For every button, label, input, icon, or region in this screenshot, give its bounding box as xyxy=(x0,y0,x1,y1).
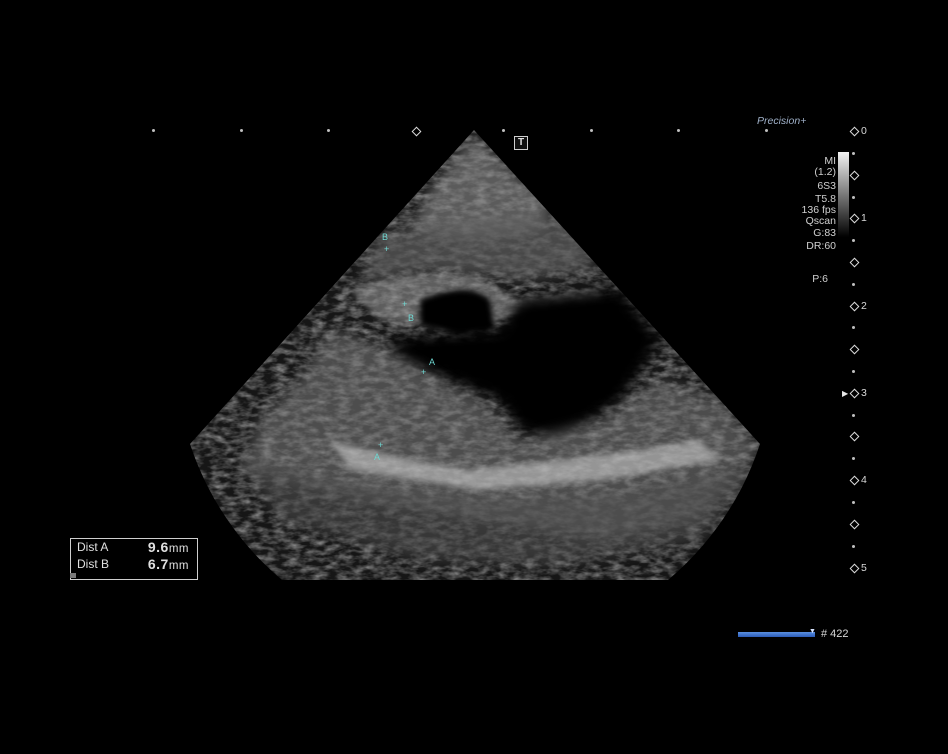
caliper-a-end[interactable]: + xyxy=(378,440,383,450)
depth-label: 1 xyxy=(861,212,867,224)
cine-progress-bar[interactable] xyxy=(738,632,815,637)
lateral-tick xyxy=(152,129,155,132)
depth-tick xyxy=(852,457,855,460)
depth-tick xyxy=(852,370,855,373)
lateral-tick xyxy=(765,129,768,132)
measurement-results[interactable]: Dist A 9.6mm Dist B 6.7mm xyxy=(70,538,198,580)
param-preset: P:6 xyxy=(812,273,828,285)
lateral-tick xyxy=(240,129,243,132)
caliper-b-label: B xyxy=(382,232,389,242)
cine-marker-icon[interactable]: ▼ xyxy=(809,628,816,635)
frame-number: # 422 xyxy=(821,628,849,640)
lateral-tick xyxy=(590,129,593,132)
brand-logo: Precision+ xyxy=(757,115,807,127)
depth-label: 0 xyxy=(861,125,867,137)
acquisition-params: MI (1.2) 6S3 T5.8 136 fps Qscan G:83 DR:… xyxy=(802,156,836,285)
measurement-label: Dist A xyxy=(77,540,109,554)
depth-label: 3 xyxy=(861,387,867,399)
top-marker-icon: T xyxy=(514,136,528,150)
ultrasound-sector-image xyxy=(190,130,760,580)
lateral-tick xyxy=(327,129,330,132)
caliper-b-label-2: B xyxy=(408,313,415,323)
param-probe: 6S3 xyxy=(817,180,836,192)
caliper-a-label: A xyxy=(429,357,436,367)
measurement-row: Dist A 9.6mm xyxy=(77,539,193,556)
param-mi-value: (1.2) xyxy=(814,166,836,178)
caliper-a-label-2: A xyxy=(374,452,381,462)
grayscale-bar xyxy=(838,152,849,237)
depth-tick xyxy=(852,196,855,199)
focus-marker-icon: ▶ xyxy=(842,389,849,398)
measurement-row: Dist B 6.7mm xyxy=(77,556,193,573)
param-gain: G:83 xyxy=(813,227,836,239)
measurement-value: 6.7 xyxy=(147,556,169,572)
param-mode: Qscan xyxy=(805,215,836,227)
lateral-tick xyxy=(677,129,680,132)
depth-tick xyxy=(852,501,855,504)
measurement-label: Dist B xyxy=(77,557,110,571)
depth-label: 5 xyxy=(861,562,867,574)
depth-label: 4 xyxy=(861,474,867,486)
caliper-b-end[interactable]: + xyxy=(402,299,407,309)
measurement-value: 9.6 xyxy=(147,539,169,555)
measurement-unit: mm xyxy=(168,560,189,572)
depth-tick xyxy=(852,414,855,417)
depth-label: 2 xyxy=(861,300,867,312)
param-dynamic-range: DR:60 xyxy=(806,240,836,252)
depth-tick xyxy=(852,239,855,242)
depth-tick xyxy=(852,283,855,286)
caliper-b-start[interactable]: + xyxy=(384,244,389,254)
depth-tick xyxy=(852,545,855,548)
depth-tick xyxy=(852,152,855,155)
caliper-a-start[interactable]: + xyxy=(421,367,426,377)
measurement-unit: mm xyxy=(168,543,189,555)
results-handle[interactable] xyxy=(70,573,76,578)
depth-tick xyxy=(852,326,855,329)
lateral-tick xyxy=(502,129,505,132)
